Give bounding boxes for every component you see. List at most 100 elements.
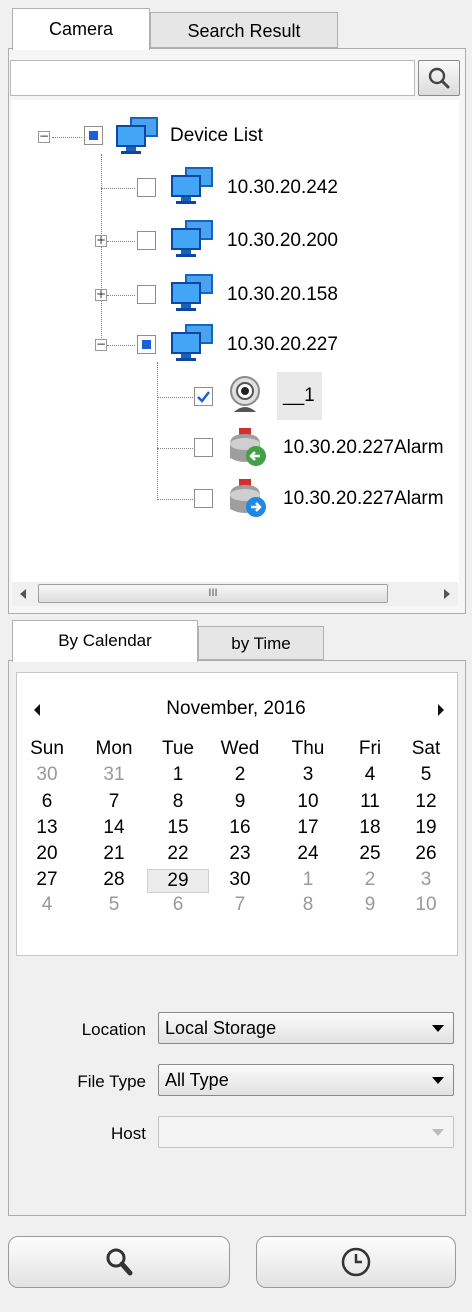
time-search-button[interactable] bbox=[256, 1236, 456, 1288]
calendar-day[interactable]: 30 bbox=[20, 764, 74, 786]
calendar-day[interactable]: 23 bbox=[213, 843, 267, 865]
tree-node-label[interactable]: 10.30.20.227 bbox=[227, 334, 338, 356]
calendar-day[interactable]: 10 bbox=[399, 894, 453, 916]
calendar-day[interactable]: 2 bbox=[213, 764, 267, 786]
tree-node-label[interactable]: 10.30.20.200 bbox=[227, 230, 338, 252]
tree-node-label[interactable]: 10.30.20.227Alarm bbox=[283, 437, 444, 459]
checkmark-icon bbox=[197, 391, 210, 403]
tree-connector bbox=[101, 188, 135, 189]
calendar-day-selected[interactable]: 29 bbox=[147, 869, 209, 893]
tab-search-result[interactable]: Search Result bbox=[150, 12, 338, 48]
tab-camera[interactable]: Camera bbox=[12, 8, 150, 50]
calendar-day[interactable]: 3 bbox=[281, 764, 335, 786]
calendar-day[interactable]: 11 bbox=[343, 791, 397, 813]
monitor-group-icon bbox=[171, 220, 213, 257]
tree-node-label[interactable]: 10.30.20.242 bbox=[227, 177, 338, 199]
file-type-label: File Type bbox=[77, 1072, 146, 1091]
next-month-arrow-icon[interactable] bbox=[438, 704, 444, 716]
chevron-down-icon bbox=[432, 1077, 444, 1084]
calendar-day[interactable]: 6 bbox=[151, 894, 205, 916]
calendar-day[interactable]: 7 bbox=[87, 791, 141, 813]
expand-device-expander[interactable]: + bbox=[95, 288, 107, 301]
calendar-day[interactable]: 8 bbox=[151, 791, 205, 813]
search-button[interactable] bbox=[418, 60, 460, 96]
scrollbar-thumb[interactable]: III bbox=[38, 584, 388, 603]
calendar-day[interactable]: 6 bbox=[20, 791, 74, 813]
scroll-right-arrow-icon[interactable] bbox=[444, 589, 450, 599]
calendar-day[interactable]: 4 bbox=[343, 764, 397, 786]
calendar-day[interactable]: 30 bbox=[213, 869, 267, 891]
tree-connector bbox=[157, 362, 158, 500]
calendar-day[interactable]: 9 bbox=[213, 791, 267, 813]
tree-node-label[interactable]: __1 bbox=[283, 385, 315, 407]
monitor-group-icon bbox=[171, 167, 213, 204]
calendar-day[interactable]: 17 bbox=[281, 817, 335, 839]
calendar-day[interactable]: 5 bbox=[87, 894, 141, 916]
collapse-root-expander[interactable]: − bbox=[38, 130, 50, 143]
search-icon bbox=[106, 1248, 133, 1276]
device-checkbox[interactable] bbox=[137, 231, 156, 250]
tree-connector bbox=[101, 154, 102, 346]
expand-device-expander[interactable]: + bbox=[95, 234, 107, 247]
calendar-day[interactable]: 28 bbox=[87, 869, 141, 891]
calendar-day[interactable]: 16 bbox=[213, 817, 267, 839]
clock-icon bbox=[341, 1247, 371, 1277]
monitor-group-icon bbox=[171, 274, 213, 311]
calendar-day[interactable]: 18 bbox=[343, 817, 397, 839]
weekday-label: Mon bbox=[95, 738, 133, 759]
tree-node-label[interactable]: 10.30.20.227Alarm bbox=[283, 488, 444, 510]
host-select[interactable] bbox=[158, 1116, 454, 1148]
calendar-day[interactable]: 15 bbox=[151, 817, 205, 839]
alarm-output-checkbox[interactable] bbox=[194, 489, 213, 508]
alarm-input-checkbox[interactable] bbox=[194, 438, 213, 457]
calendar-day[interactable]: 20 bbox=[20, 843, 74, 865]
monitor-group-icon bbox=[171, 324, 213, 361]
camera-channel-checkbox[interactable] bbox=[194, 387, 213, 406]
tab-by-calendar[interactable]: By Calendar bbox=[12, 620, 198, 662]
scroll-left-arrow-icon[interactable] bbox=[20, 589, 26, 599]
weekday-label: Sat bbox=[411, 738, 441, 759]
location-label: Location bbox=[81, 1020, 146, 1039]
search-icon bbox=[428, 67, 450, 89]
weekday-label: Thu bbox=[291, 738, 325, 759]
collapse-device-expander[interactable]: − bbox=[95, 338, 107, 351]
calendar-day[interactable]: 14 bbox=[87, 817, 141, 839]
tree-node-label[interactable]: 10.30.20.158 bbox=[227, 284, 338, 306]
location-select[interactable]: Local Storage bbox=[158, 1012, 454, 1044]
monitor-group-icon bbox=[116, 117, 158, 154]
chevron-down-icon bbox=[432, 1025, 444, 1032]
device-checkbox[interactable] bbox=[137, 285, 156, 304]
scroll-grip: III bbox=[208, 587, 218, 599]
calendar-day[interactable]: 1 bbox=[281, 869, 335, 891]
calendar-day[interactable]: 7 bbox=[213, 894, 267, 916]
calendar-day[interactable]: 25 bbox=[343, 843, 397, 865]
calendar-day[interactable]: 4 bbox=[20, 894, 74, 916]
calendar-day[interactable]: 2 bbox=[343, 869, 397, 891]
tab-by-time[interactable]: by Time bbox=[198, 626, 324, 660]
tree-connector bbox=[107, 345, 135, 346]
file-type-select[interactable]: All Type bbox=[158, 1064, 454, 1096]
calendar-day[interactable]: 26 bbox=[399, 843, 453, 865]
tree-horizontal-scrollbar[interactable]: III bbox=[12, 582, 458, 606]
calendar-day[interactable]: 1 bbox=[151, 764, 205, 786]
search-input[interactable] bbox=[10, 60, 415, 96]
calendar-day[interactable]: 10 bbox=[281, 791, 335, 813]
calendar-day[interactable]: 3 bbox=[399, 869, 453, 891]
device-checkbox[interactable] bbox=[137, 178, 156, 197]
calendar-day[interactable]: 8 bbox=[281, 894, 335, 916]
search-button[interactable] bbox=[8, 1236, 230, 1288]
calendar-day[interactable]: 5 bbox=[399, 764, 453, 786]
calendar-day[interactable]: 21 bbox=[87, 843, 141, 865]
calendar-day[interactable]: 12 bbox=[399, 791, 453, 813]
device-list-checkbox[interactable] bbox=[84, 126, 103, 145]
calendar-day[interactable]: 22 bbox=[151, 843, 205, 865]
calendar-day[interactable]: 9 bbox=[343, 894, 397, 916]
calendar-day[interactable]: 24 bbox=[281, 843, 335, 865]
calendar-day[interactable]: 13 bbox=[20, 817, 74, 839]
tree-node-label[interactable]: Device List bbox=[170, 125, 263, 147]
calendar-day[interactable]: 31 bbox=[87, 764, 141, 786]
calendar-day[interactable]: 27 bbox=[20, 869, 74, 891]
calendar-day[interactable]: 19 bbox=[399, 817, 453, 839]
tree-connector bbox=[107, 295, 135, 296]
device-checkbox[interactable] bbox=[137, 335, 156, 354]
